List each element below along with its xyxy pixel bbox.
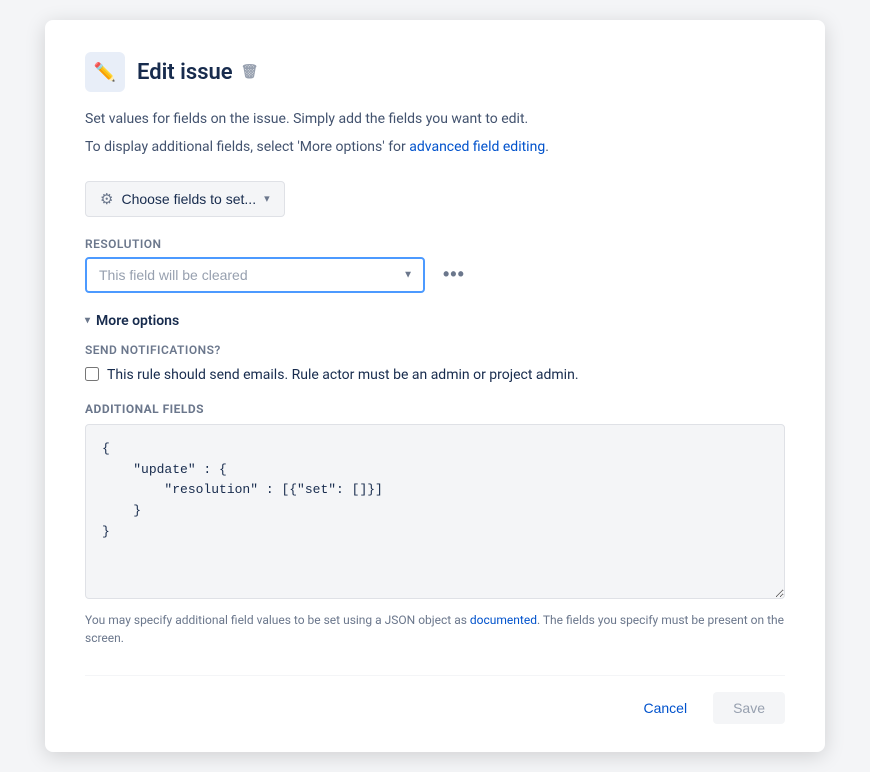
send-emails-label[interactable]: This rule should send emails. Rule actor… [107, 365, 579, 386]
more-options-label: More options [96, 313, 179, 329]
chevron-down-icon: ▾ [85, 315, 90, 326]
edit-issue-modal: ✏️ Edit issue 🗑 Set values for fields on… [45, 20, 825, 752]
more-actions-button[interactable]: ••• [435, 260, 473, 289]
gear-icon: ⚙ [100, 190, 113, 208]
save-button[interactable]: Save [713, 692, 785, 724]
modal-title: Edit issue 🗑 [137, 60, 258, 85]
resolution-row: This field will be cleared ••• [85, 257, 785, 293]
send-notifications-label: Send notifications? [85, 343, 785, 357]
json-editor[interactable]: { "update" : { "resolution" : [{"set": [… [85, 424, 785, 599]
more-actions-icon: ••• [443, 264, 465, 284]
resolution-label: Resolution [85, 237, 785, 251]
modal-header: ✏️ Edit issue 🗑 [85, 52, 785, 92]
modal-footer: Cancel Save [85, 675, 785, 724]
cancel-button[interactable]: Cancel [627, 692, 703, 724]
choose-fields-button[interactable]: ⚙ Choose fields to set... ▾ [85, 181, 285, 217]
send-emails-checkbox[interactable] [85, 367, 99, 381]
edit-icon: ✏️ [94, 62, 116, 83]
more-options-section: ▾ More options Send notifications? This … [85, 313, 785, 647]
resolution-select-wrapper: This field will be cleared [85, 257, 425, 293]
more-options-toggle[interactable]: ▾ More options [85, 313, 785, 329]
description-line1: Set values for fields on the issue. Simp… [85, 108, 785, 130]
trash-icon[interactable]: 🗑 [241, 64, 259, 80]
title-text: Edit issue [137, 60, 233, 85]
chevron-down-icon: ▾ [264, 192, 270, 205]
additional-fields-label: Additional fields [85, 402, 785, 416]
choose-fields-label: Choose fields to set... [121, 191, 256, 207]
advanced-field-editing-link[interactable]: advanced field editing [409, 139, 545, 155]
modal-icon: ✏️ [85, 52, 125, 92]
documented-link[interactable]: documented [470, 613, 537, 627]
description-line2: To display additional fields, select 'Mo… [85, 136, 785, 158]
json-hint: You may specify additional field values … [85, 611, 785, 647]
send-notifications-row: This rule should send emails. Rule actor… [85, 365, 785, 386]
resolution-dropdown[interactable]: This field will be cleared [85, 257, 425, 293]
resolution-field: Resolution This field will be cleared ••… [85, 237, 785, 293]
